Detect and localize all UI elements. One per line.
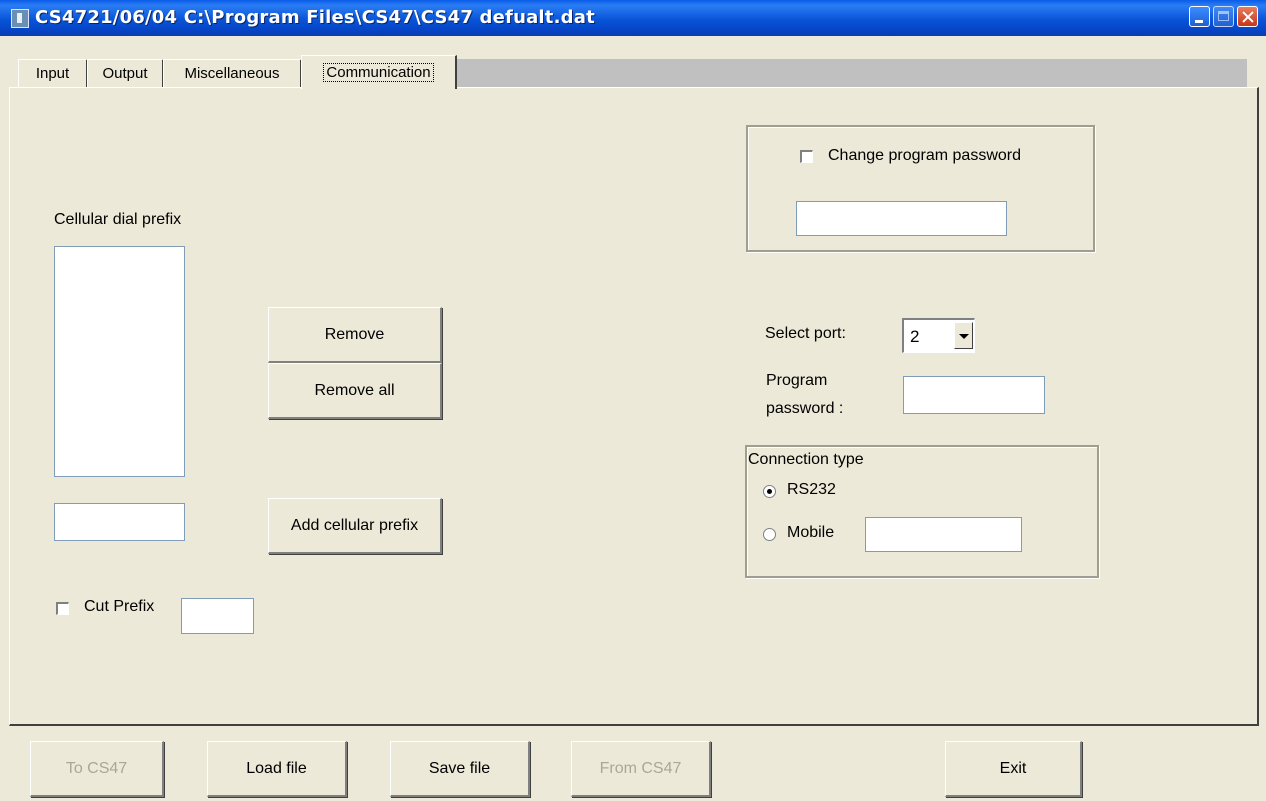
tab-communication[interactable]: Communication [301, 55, 457, 89]
cut-prefix-label: Cut Prefix [84, 598, 155, 615]
tab-communication-label: Communication [323, 63, 434, 82]
change-password-label: Change program password [828, 147, 1021, 164]
new-password-input[interactable] [796, 201, 1007, 236]
window-title: CS4721/06/04 C:\Program Files\CS47\CS47 … [35, 7, 595, 28]
mobile-radio[interactable] [763, 528, 776, 541]
select-port-label: Select port: [765, 325, 846, 342]
chevron-down-icon[interactable] [954, 322, 973, 349]
rs232-label: RS232 [787, 481, 836, 498]
exit-button[interactable]: Exit [945, 741, 1082, 797]
to-cs47-button: To CS47 [30, 741, 164, 797]
tab-input[interactable]: Input [18, 59, 88, 87]
mobile-number-input[interactable] [865, 517, 1022, 552]
rs232-radio[interactable] [763, 485, 776, 498]
cellular-prefix-list[interactable] [54, 246, 185, 477]
save-file-button[interactable]: Save file [390, 741, 530, 797]
add-cellular-prefix-button[interactable]: Add cellular prefix [268, 498, 442, 554]
port-selected-value: 2 [910, 327, 920, 346]
from-cs47-button: From CS47 [571, 741, 711, 797]
title-bar[interactable]: CS4721/06/04 C:\Program Files\CS47\CS47 … [0, 0, 1266, 36]
program-password-label-line1: Program [766, 372, 828, 389]
program-password-input[interactable] [903, 376, 1045, 414]
remove-button[interactable]: Remove [268, 307, 442, 363]
cellular-prefix-label: Cellular dial prefix [54, 211, 182, 228]
program-password-label-line2: password : [766, 400, 844, 417]
minimize-button[interactable] [1189, 6, 1210, 27]
app-icon[interactable] [11, 9, 29, 28]
cut-prefix-checkbox[interactable] [56, 602, 69, 615]
cellular-prefix-input[interactable] [54, 503, 185, 541]
remove-all-button[interactable]: Remove all [268, 363, 442, 419]
load-file-button[interactable]: Load file [207, 741, 347, 797]
tab-output[interactable]: Output [87, 59, 164, 87]
connection-type-title: Connection type [748, 451, 864, 469]
change-password-checkbox[interactable] [800, 150, 813, 163]
mobile-label: Mobile [787, 524, 835, 541]
tab-miscellaneous[interactable]: Miscellaneous [163, 59, 302, 87]
close-button[interactable] [1237, 6, 1258, 27]
maximize-button [1213, 6, 1234, 27]
tab-strip-background [457, 59, 1247, 87]
port-select[interactable]: 2 [902, 318, 975, 353]
cut-prefix-input[interactable] [181, 598, 254, 634]
